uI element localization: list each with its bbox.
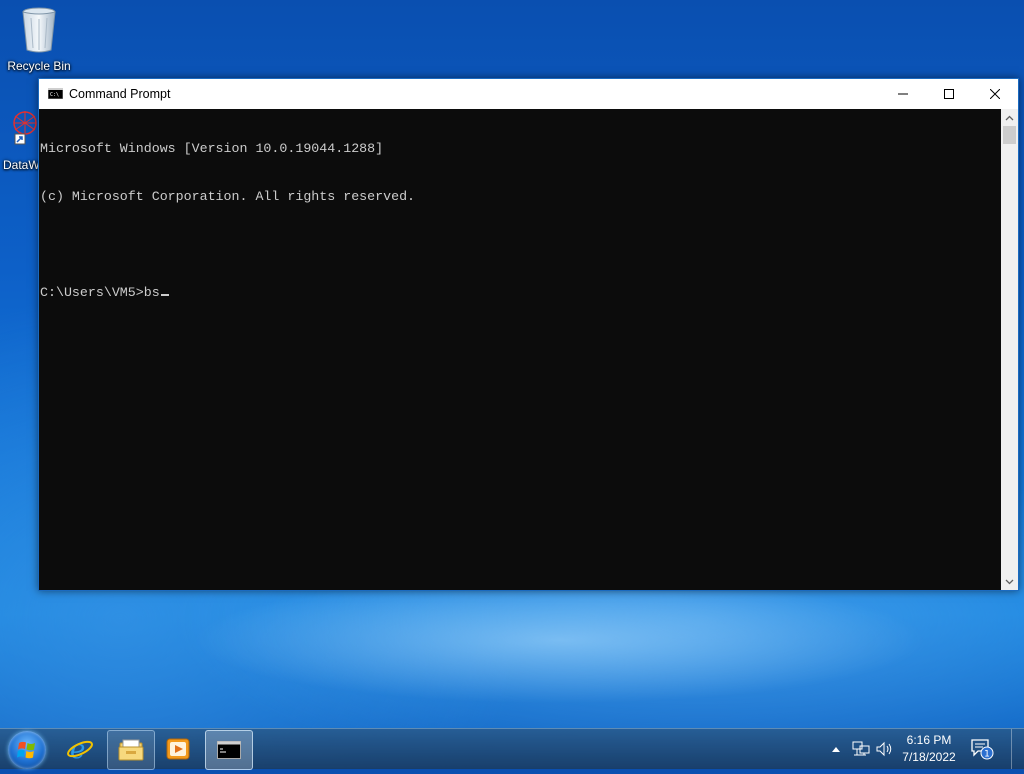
file-explorer-icon [118, 739, 144, 761]
start-button[interactable] [8, 731, 46, 769]
console-prompt-line: C:\Users\VM5>bs [40, 285, 1001, 301]
console-line: Microsoft Windows [Version 10.0.19044.12… [40, 141, 384, 156]
close-button[interactable] [972, 79, 1018, 109]
cmd-icon [217, 741, 241, 759]
windows-logo-icon [17, 741, 35, 759]
network-icon [852, 741, 870, 756]
taskbar-file-explorer[interactable] [107, 730, 155, 770]
notification-icon: 1 [971, 739, 994, 760]
internet-explorer-icon: e [67, 735, 93, 763]
vertical-scrollbar[interactable] [1001, 109, 1018, 590]
show-hidden-icons-button[interactable] [828, 729, 844, 769]
taskbar-command-prompt[interactable] [205, 730, 253, 770]
clock-time: 6:16 PM [906, 733, 952, 747]
taskbar-clock[interactable]: 6:16 PM 7/18/2022 [898, 732, 960, 766]
chevron-up-icon [1005, 115, 1014, 120]
svg-text:C:\: C:\ [50, 92, 59, 98]
media-player-icon [166, 738, 190, 760]
minimize-icon [898, 93, 908, 95]
taskbar-internet-explorer[interactable]: e [57, 730, 103, 768]
maximize-icon [944, 89, 954, 99]
network-tray-button[interactable] [850, 729, 872, 769]
chevron-up-icon [832, 747, 840, 752]
window-title: Command Prompt [69, 87, 171, 101]
console-prompt-text: C:\Users\VM5>bs [40, 285, 160, 300]
recycle-bin-label: Recycle Bin [7, 59, 71, 73]
scroll-thumb[interactable] [1003, 126, 1016, 144]
console-output[interactable]: Microsoft Windows [Version 10.0.19044.12… [39, 109, 1001, 590]
recycle-bin-icon [1, 6, 77, 57]
scroll-up-button[interactable] [1001, 109, 1018, 126]
volume-icon [876, 741, 892, 757]
cmd-icon: C:\ [47, 87, 64, 100]
taskbar-media-player[interactable] [155, 730, 201, 768]
text-cursor [160, 294, 169, 296]
scroll-down-button[interactable] [1001, 573, 1018, 590]
taskbar: e 6:16 PM 7/18/2022 1 [0, 728, 1024, 770]
notification-count: 1 [984, 750, 990, 760]
window-titlebar[interactable]: C:\ Command Prompt [39, 79, 1018, 109]
chevron-down-icon [1005, 579, 1014, 584]
close-icon [990, 89, 1000, 99]
clock-date: 7/18/2022 [902, 750, 956, 764]
maximize-button[interactable] [926, 79, 972, 109]
minimize-button[interactable] [880, 79, 926, 109]
console-line: (c) Microsoft Corporation. All rights re… [40, 189, 416, 204]
command-prompt-window[interactable]: C:\ Command Prompt Microsoft Windows [Ve… [38, 78, 1019, 591]
show-desktop-button[interactable] [1011, 729, 1024, 769]
datawiz-label: DataW [3, 158, 40, 172]
action-center-button[interactable]: 1 [968, 729, 996, 769]
volume-tray-button[interactable] [874, 729, 896, 769]
recycle-bin-desktop-icon[interactable]: Recycle Bin [1, 6, 77, 73]
